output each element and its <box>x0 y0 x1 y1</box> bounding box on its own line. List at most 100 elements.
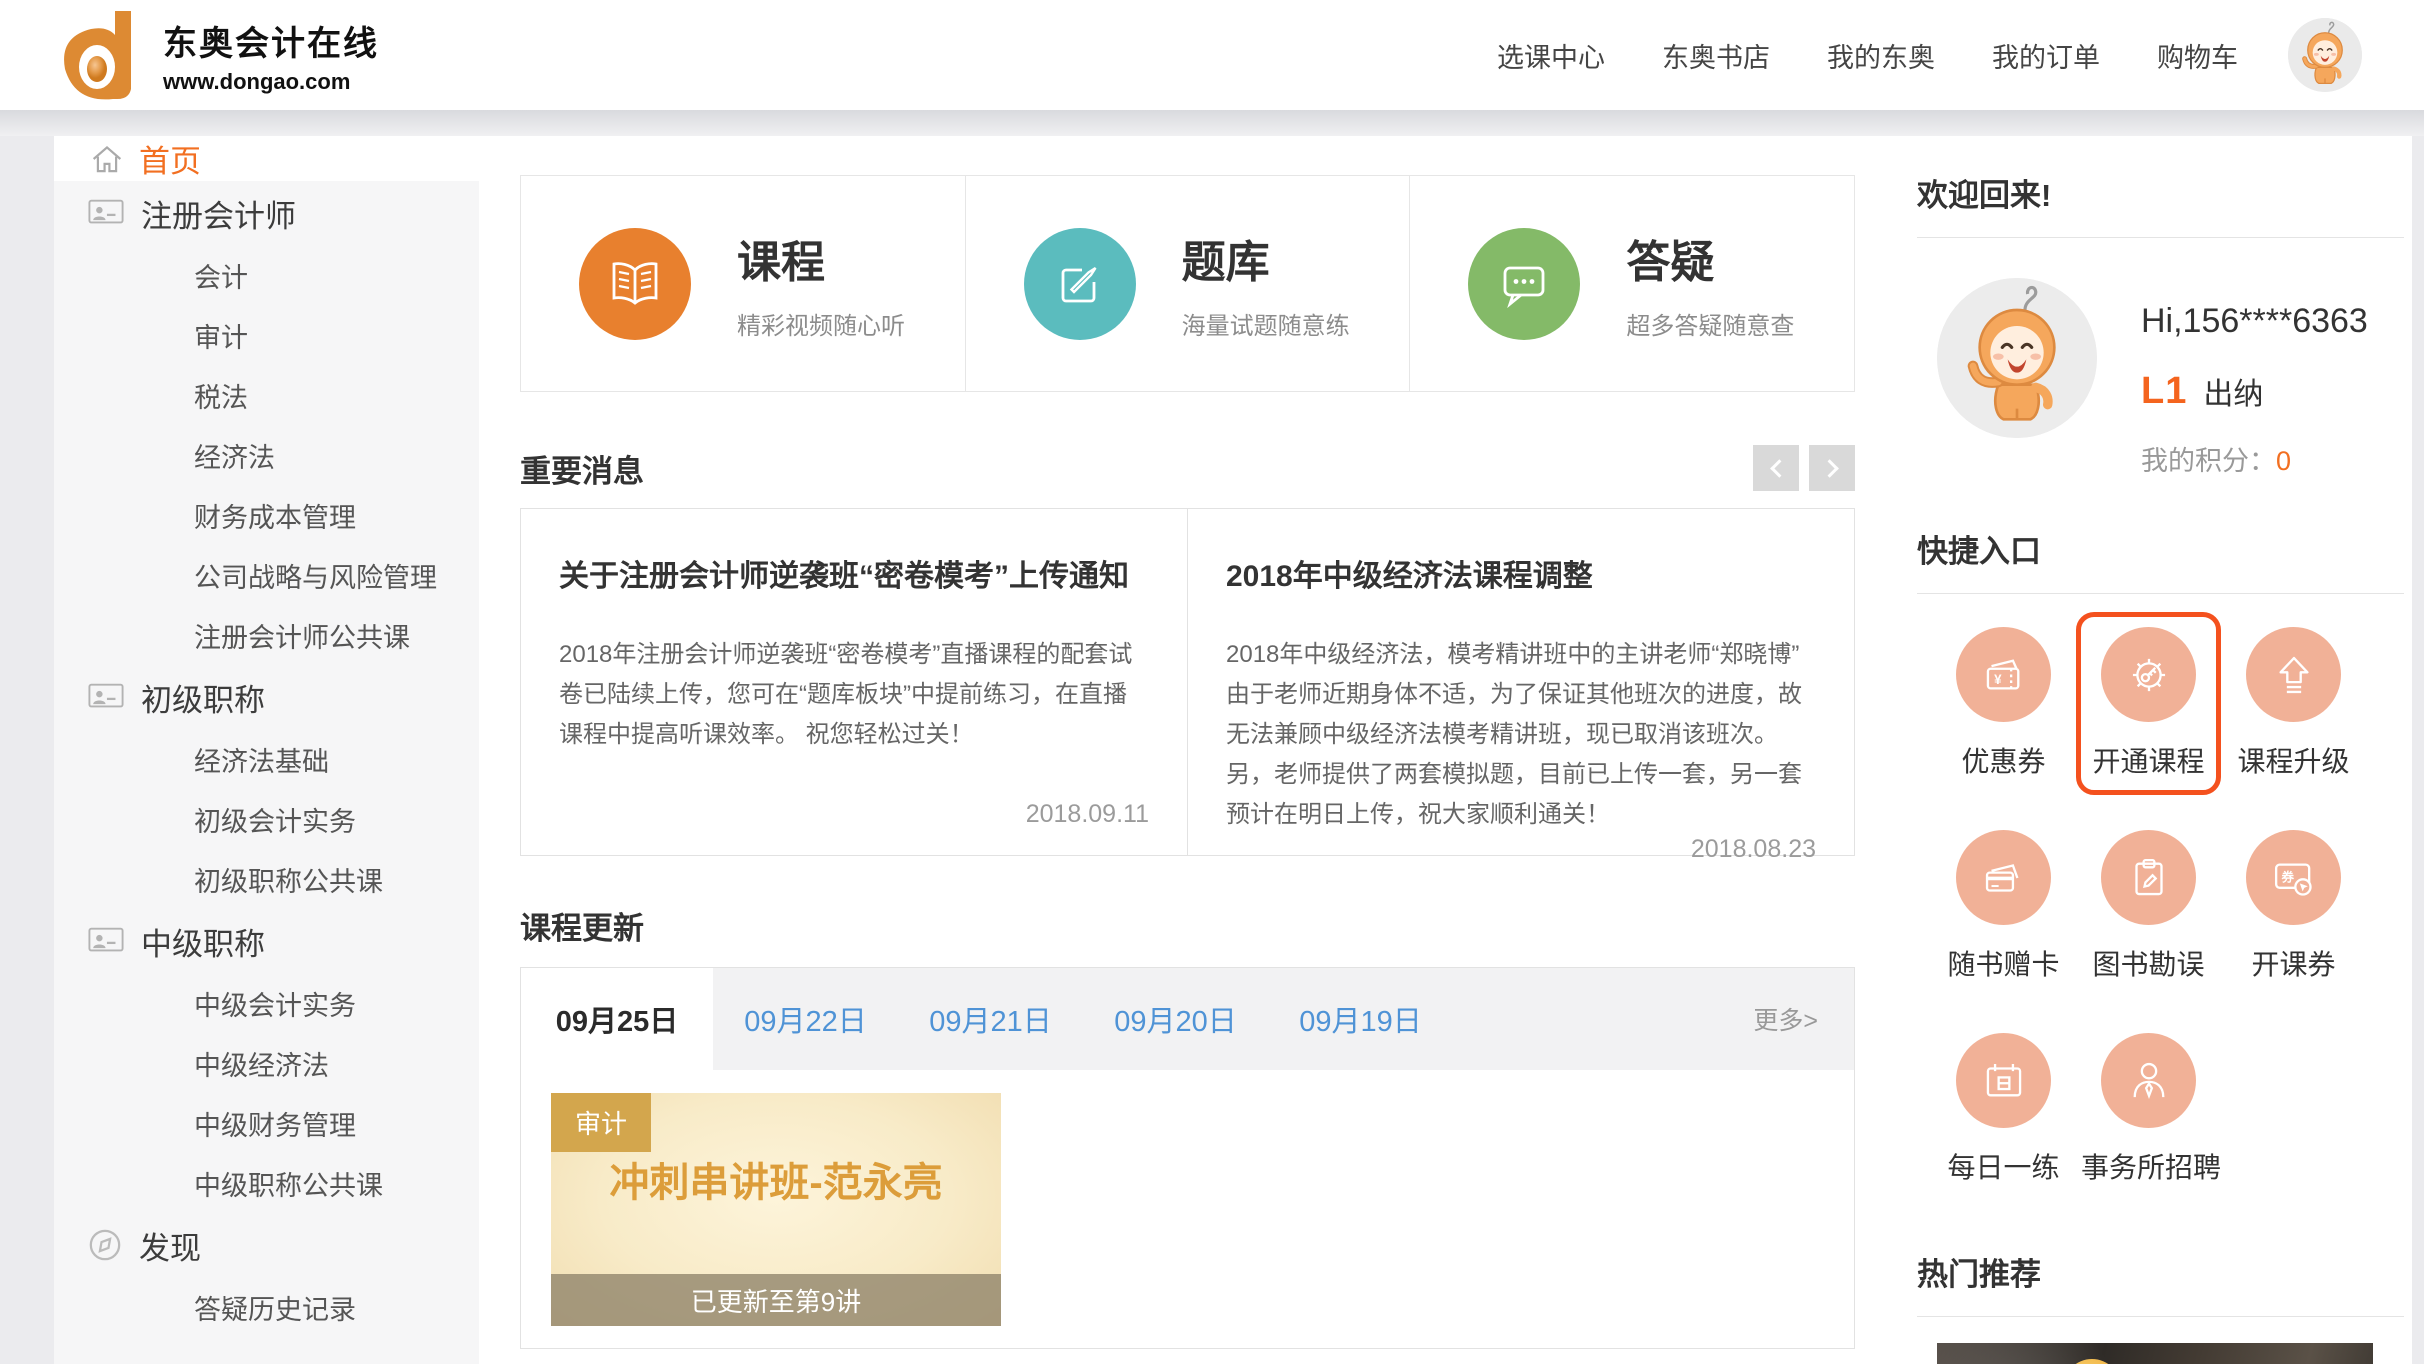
nav-my-orders[interactable]: 我的订单 <box>1992 36 2100 75</box>
nav-my-dongao[interactable]: 我的东奥 <box>1827 36 1935 75</box>
quick-entry-label: 开课券 <box>2226 943 2361 983</box>
sidebar-item-strategy-risk[interactable]: 公司战略与风险管理 <box>54 545 479 605</box>
news-section-title: 重要消息 <box>520 446 644 491</box>
user-avatar-small[interactable] <box>2288 18 2362 92</box>
feature-text: 答疑 超多答疑随意查 <box>1626 226 1794 341</box>
chat-bubble-icon <box>1468 228 1580 340</box>
gift-cards-icon <box>1956 830 2051 925</box>
sidebar-item-accounting[interactable]: 会计 <box>54 245 479 305</box>
nav-course-center[interactable]: 选课中心 <box>1497 36 1605 75</box>
gear-key-icon <box>2101 627 2196 722</box>
sidebar-group-discover[interactable]: 发现 <box>54 1213 479 1277</box>
quick-entry-title: 快捷入口 <box>1917 526 2404 594</box>
level-name: 出纳 <box>2203 369 2263 413</box>
sidebar-item-cpa-public[interactable]: 注册会计师公共课 <box>54 605 479 665</box>
user-greeting: Hi,156****6363 <box>2141 302 2368 341</box>
coupon-icon: ¥ <box>1956 627 2051 722</box>
carousel-next-button[interactable] <box>1809 445 1855 491</box>
feature-card-courses[interactable]: 课程 精彩视频随心听 <box>521 176 965 391</box>
news-date: 2018.08.23 <box>1226 835 1816 864</box>
points-row: 我的积分：0 <box>2141 439 2368 478</box>
updates-section-title: 课程更新 <box>520 903 644 948</box>
sidebar-group-label: 中级职称 <box>141 919 265 964</box>
welcome-title: 欢迎回来! <box>1917 170 2404 238</box>
sidebar-item-home[interactable]: 首页 <box>54 136 479 181</box>
sidebar-group-label: 初级职称 <box>141 675 265 720</box>
news-body: 2018年中级经济法，模考精讲班中的主讲老师“郑晓博” 由于老师近期身体不适，为… <box>1226 635 1816 835</box>
nav-cart[interactable]: 购物车 <box>2157 36 2238 75</box>
sidebar-item-economic-law[interactable]: 经济法 <box>54 425 479 485</box>
sidebar-item-financial-cost-mgmt[interactable]: 财务成本管理 <box>54 485 479 545</box>
quick-entry-course-upgrade[interactable]: 课程升级 <box>2221 612 2366 795</box>
compass-icon <box>88 1228 122 1262</box>
course-card[interactable]: 审计 冲刺串讲班-范永亮 已更新至第9讲 <box>551 1093 1001 1326</box>
brand-url: www.dongao.com <box>163 69 379 95</box>
brand-logo[interactable]: 东奥会计在线 www.dongao.com <box>55 7 379 103</box>
sidebar-item-mid-econ-law[interactable]: 中级经济法 <box>54 1033 479 1093</box>
pencil-icon <box>1024 228 1136 340</box>
sidebar-item-junior-public[interactable]: 初级职称公共课 <box>54 849 479 909</box>
carousel-prev-button[interactable] <box>1753 445 1799 491</box>
upgrade-arrow-icon <box>2246 627 2341 722</box>
feature-subtitle: 超多答疑随意查 <box>1626 306 1794 341</box>
profile-info: Hi,156****6363 L1 出纳 我的积分：0 <box>2141 278 2368 478</box>
tab-date[interactable]: 09月20日 <box>1083 968 1268 1070</box>
lecture-screen-icon <box>88 682 124 712</box>
course-update-status: 已更新至第9讲 <box>551 1274 1001 1326</box>
nav-bookstore[interactable]: 东奥书店 <box>1662 36 1770 75</box>
feature-card-qa[interactable]: 答疑 超多答疑随意查 <box>1409 176 1854 391</box>
svg-text:¥: ¥ <box>1994 671 2002 686</box>
feature-subtitle: 精彩视频随心听 <box>737 306 905 341</box>
feature-title: 题库 <box>1182 226 1350 290</box>
sidebar-item-junior-practice[interactable]: 初级会计实务 <box>54 789 479 849</box>
news-item[interactable]: 关于注册会计师逆袭班“密卷模考”上传通知 2018年注册会计师逆袭班“密卷模考”… <box>521 509 1187 855</box>
sidebar-item-mid-practice[interactable]: 中级会计实务 <box>54 973 479 1033</box>
person-tie-icon <box>2101 1033 2196 1128</box>
sidebar-item-tax-law[interactable]: 税法 <box>54 365 479 425</box>
more-link[interactable]: 更多> <box>1753 1001 1818 1037</box>
sidebar-item-qa-history[interactable]: 答疑历史记录 <box>54 1277 479 1337</box>
feature-title: 答疑 <box>1626 226 1794 290</box>
content-panel: 首页 注册会计师 会计 审计 税法 <box>54 136 2412 1364</box>
sidebar-item-audit[interactable]: 审计 <box>54 305 479 365</box>
quick-entry-label: 图书勘误 <box>2081 943 2216 983</box>
tab-date[interactable]: 09月21日 <box>898 968 1083 1070</box>
voucher-icon: 券 <box>2246 830 2341 925</box>
quick-entry-daily-practice[interactable]: 每日一练 <box>1931 1018 2076 1201</box>
sidebar-item-econ-law-basics[interactable]: 经济法基础 <box>54 729 479 789</box>
lecture-screen-icon <box>88 198 124 228</box>
svg-text:券: 券 <box>2280 869 2294 884</box>
feature-title: 课程 <box>737 226 905 290</box>
tab-date[interactable]: 09月22日 <box>713 968 898 1070</box>
chevron-right-icon <box>1820 459 1838 477</box>
news-body: 2018年注册会计师逆袭班“密卷模考”直播课程的配套试卷已陆续上传，您可在“题库… <box>559 635 1149 755</box>
page: 东奥会计在线 www.dongao.com 选课中心 东奥书店 我的东奥 我的订… <box>0 0 2424 1364</box>
quick-entry-coupons[interactable]: ¥ 优惠券 <box>1931 612 2076 795</box>
quick-entry-label: 随书赠卡 <box>1936 943 2071 983</box>
hot-banner[interactable]: 秋招 提前批 抢先霸占好工作 <box>1937 1343 2373 1364</box>
points-value: 0 <box>2276 446 2291 476</box>
quick-entry-label: 课程升级 <box>2226 740 2361 780</box>
quick-entry-firm-recruiting[interactable]: 事务所招聘 <box>2076 1018 2221 1201</box>
news-box: 关于注册会计师逆袭班“密卷模考”上传通知 2018年注册会计师逆袭班“密卷模考”… <box>520 508 1855 856</box>
news-section-header: 重要消息 <box>520 444 1855 492</box>
tab-date-active[interactable]: 09月25日 <box>521 968 713 1070</box>
news-item[interactable]: 2018年中级经济法课程调整 2018年中级经济法，模考精讲班中的主讲老师“郑晓… <box>1187 509 1854 855</box>
quick-entry-book-gift-card[interactable]: 随书赠卡 <box>1931 815 2076 998</box>
quick-entry-book-errata[interactable]: 图书勘误 <box>2076 815 2221 998</box>
sidebar-group-cpa[interactable]: 注册会计师 <box>54 181 479 245</box>
hot-recommend-title: 热门推荐 <box>1917 1249 2404 1317</box>
sidebar-item-mid-public[interactable]: 中级职称公共课 <box>54 1153 479 1213</box>
sidebar-group-junior[interactable]: 初级职称 <box>54 665 479 729</box>
quick-entry-activate-course[interactable]: 开通课程 <box>2076 612 2221 795</box>
feature-card-question-bank[interactable]: 题库 海量试题随意练 <box>965 176 1410 391</box>
quick-entry-label: 每日一练 <box>1936 1146 2071 1186</box>
clipboard-pencil-icon <box>2101 830 2196 925</box>
news-carousel-arrows <box>1753 445 1855 491</box>
sidebar-group-intermediate[interactable]: 中级职称 <box>54 909 479 973</box>
top-navigation: 选课中心 东奥书店 我的东奥 我的订单 购物车 <box>1497 36 2238 75</box>
sidebar-item-mid-finance[interactable]: 中级财务管理 <box>54 1093 479 1153</box>
quick-entry-course-voucher[interactable]: 券 开课券 <box>2221 815 2366 998</box>
course-updates-box: 09月25日 09月22日 09月21日 09月20日 09月19日 更多> 审… <box>520 967 1855 1349</box>
tab-date[interactable]: 09月19日 <box>1268 968 1453 1070</box>
